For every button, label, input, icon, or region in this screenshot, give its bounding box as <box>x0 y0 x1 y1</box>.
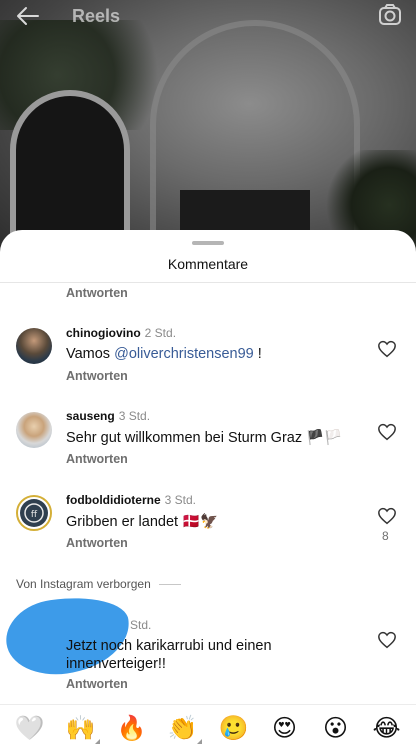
username[interactable]: sauseng <box>66 409 115 423</box>
username[interactable]: chinogiovino <box>66 326 141 340</box>
comment-meta: sauseng 3 Std. <box>66 409 150 423</box>
heart-icon[interactable] <box>377 631 397 649</box>
emoji-glyph: 👏 <box>167 713 198 742</box>
emoji-quick-bar: 🤍 🙌 🔥 👏 🥲 😍 😮 😂 <box>0 704 416 750</box>
sheet-drag-handle[interactable] <box>192 241 224 245</box>
comment-meta: chinogiovino 2 Std. <box>66 326 176 340</box>
avatar[interactable]: ff <box>16 495 52 531</box>
reply-button[interactable]: Antworten <box>66 369 128 383</box>
heart-eyes-emoji[interactable]: 😍 <box>268 714 302 742</box>
arrow-left-icon[interactable] <box>14 4 42 28</box>
raising-hands-emoji[interactable]: 🙌 <box>64 713 100 744</box>
reply-button[interactable]: Antworten <box>66 677 128 691</box>
emoji-glyph: 🙌 <box>65 713 96 742</box>
svg-text:ff: ff <box>31 510 38 520</box>
surprised-emoji[interactable]: 😮 <box>319 714 353 742</box>
sheet-title: Kommentare <box>167 256 249 272</box>
reel-background: Reels <box>0 0 416 260</box>
heart-icon[interactable] <box>377 423 397 441</box>
comment-text: Jetzt noch karikarrubi und einen <box>66 638 272 654</box>
comment-meta: Std. <box>130 618 151 632</box>
reply-button[interactable]: Antworten <box>66 452 128 466</box>
reply-button[interactable]: Antworten <box>66 286 128 300</box>
timestamp: 2 Std. <box>144 326 177 340</box>
reel-header: Reels <box>0 0 416 32</box>
mention-link[interactable]: @oliverchristensen99 <box>114 346 254 362</box>
reply-button[interactable]: Antworten <box>66 536 128 550</box>
comments-sheet: Kommentare Antworten chinogiovino 2 Std. … <box>0 230 416 750</box>
skin-tone-indicator <box>94 738 100 744</box>
timestamp: 3 Std. <box>118 409 151 423</box>
avatar[interactable] <box>16 328 52 364</box>
comment-text-part: ! <box>253 346 262 362</box>
hidden-section-text: Von Instagram verborgen <box>16 577 151 591</box>
divider <box>158 583 181 585</box>
hidden-section-label[interactable]: Von Instagram verborgen <box>16 577 181 591</box>
comment-text: Sehr gut willkommen bei Sturm Graz 🏴🏳️ <box>66 430 343 446</box>
reel-title: Reels <box>72 5 121 26</box>
smiling-tear-emoji[interactable]: 🥲 <box>217 714 251 742</box>
fire-emoji[interactable]: 🔥 <box>115 714 149 742</box>
laughing-tears-emoji[interactable]: 😂 <box>370 714 404 742</box>
heart-icon[interactable] <box>377 507 397 525</box>
comment-text: Vamos @oliverchristensen99 ! <box>66 346 262 362</box>
comment-text: innenverteiger!! <box>66 656 166 672</box>
divider <box>0 282 416 283</box>
clapping-hands-emoji[interactable]: 👏 <box>166 713 202 744</box>
comment-text-part: Vamos <box>66 346 115 362</box>
camera-icon[interactable] <box>378 4 402 26</box>
skin-tone-indicator <box>196 738 202 744</box>
comment-meta: fodboldidioterne 3 Std. <box>66 493 196 507</box>
heart-icon[interactable] <box>377 340 397 358</box>
comment-text: Gribben er landet 🇩🇰🦅 <box>66 514 219 530</box>
timestamp: 3 Std. <box>164 493 197 507</box>
timestamp: Std. <box>130 618 152 632</box>
like-count: 8 <box>382 529 389 543</box>
white-heart-emoji[interactable]: 🤍 <box>13 714 47 742</box>
avatar[interactable] <box>16 412 52 448</box>
username[interactable]: fodboldidioterne <box>66 493 161 507</box>
